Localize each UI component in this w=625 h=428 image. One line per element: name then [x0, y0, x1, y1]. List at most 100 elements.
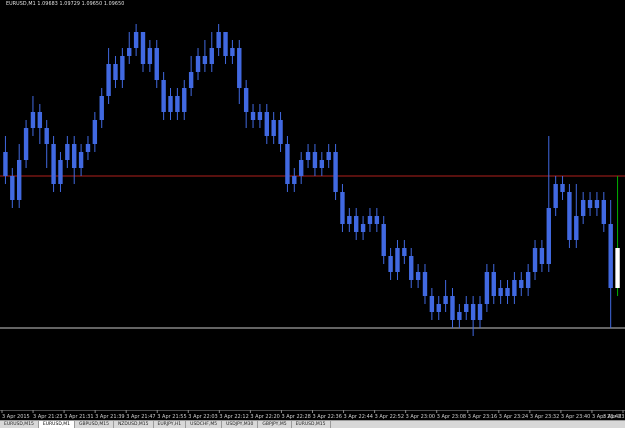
- candle-body-bear: [354, 216, 359, 232]
- chart-title: EURUSD,M1 1.09683 1.09729 1.09650 1.0965…: [6, 2, 125, 7]
- candle-body-bull: [546, 208, 551, 264]
- candle-body-bull: [195, 56, 201, 72]
- candle-body-bear: [608, 224, 613, 288]
- candle-body-bull: [436, 304, 441, 312]
- candle-body-bear: [539, 248, 545, 264]
- candle-body-bull: [92, 120, 98, 144]
- candle-body-bear: [72, 144, 77, 168]
- chart-window[interactable]: 3 Apr 2015 3 Apr 21:23 3 Apr 21:31 3 Apr 21…: [0, 0, 625, 421]
- candle-body-bear: [175, 96, 180, 112]
- candle-body-bull: [16, 160, 22, 200]
- candle-body-bull: [127, 48, 132, 56]
- candle-body-bull: [106, 64, 111, 96]
- candle-body-bear: [601, 200, 607, 224]
- candle-body-bear: [409, 256, 414, 280]
- candle-body-bull: [319, 160, 325, 168]
- candle-body-bear: [374, 216, 380, 224]
- candle-body-bull: [360, 224, 366, 232]
- price-chart[interactable]: 3 Apr 2015 3 Apr 21:23 3 Apr 21:31 3 Apr 21…: [0, 0, 625, 420]
- chart-tab[interactable]: NZDUSD,M15: [114, 421, 154, 428]
- candle-body-bear: [51, 144, 56, 184]
- candle-body-bull: [594, 200, 600, 208]
- candle-body-bull: [553, 184, 558, 208]
- candle-body-bear: [223, 32, 228, 56]
- candle-body-bull: [525, 272, 531, 288]
- candle-body-bull: [78, 152, 84, 168]
- candle-body-bull: [326, 152, 331, 160]
- candle-body-bear: [154, 48, 159, 80]
- candle-body-bear: [470, 304, 476, 320]
- candle-body-bear: [285, 144, 290, 184]
- candle-body-bull: [615, 248, 620, 288]
- chart-tab[interactable]: GBPJPY,M5: [258, 421, 292, 428]
- candle-body-bear: [388, 256, 393, 272]
- chart-tab[interactable]: USDJPY,M30: [222, 421, 259, 428]
- candle-body-bear: [422, 272, 428, 296]
- candle-body-bull: [574, 216, 579, 240]
- chart-tab[interactable]: EURJPY,H1: [154, 421, 187, 428]
- candle-body-bull: [415, 272, 421, 280]
- candle-body-bull: [30, 112, 36, 128]
- chart-tab[interactable]: EURUSD,M15: [292, 421, 331, 428]
- candle-body-bear: [491, 272, 496, 296]
- candle-body-bull: [230, 48, 235, 56]
- candle-body-bull: [188, 72, 194, 88]
- candle-body-bear: [264, 112, 269, 136]
- candle-body-bull: [182, 88, 187, 112]
- candle-body-bull: [580, 200, 586, 216]
- candle-body-bear: [381, 224, 386, 256]
- candle-body-bull: [99, 96, 104, 120]
- candle-body-bear: [250, 112, 256, 120]
- candle-body-bear: [44, 128, 49, 144]
- candle-body-bear: [450, 296, 455, 320]
- candle-body-bull: [209, 48, 214, 64]
- candle-body-bear: [587, 200, 593, 208]
- candle-body-bull: [58, 160, 63, 184]
- candle-body-bull: [147, 48, 153, 64]
- candle-body-bull: [216, 32, 221, 48]
- chart-tab[interactable]: GBPUSD,M15: [75, 421, 114, 428]
- candle-body-bull: [298, 160, 304, 176]
- candle-body-bull: [65, 144, 70, 160]
- candle-body-bear: [237, 48, 242, 88]
- candle-body-bull: [395, 248, 400, 272]
- trading-terminal: 3 Apr 2015 3 Apr 21:23 3 Apr 21:31 3 Apr 21…: [0, 0, 625, 428]
- candle-body-bull: [512, 280, 517, 296]
- candle-body-bull: [498, 288, 503, 296]
- candle-body-bull: [347, 216, 352, 224]
- candle-body-bear: [140, 32, 146, 64]
- candle-body-bear: [567, 192, 572, 240]
- candle-body-bear: [429, 296, 435, 312]
- candle-body-bull: [305, 152, 311, 160]
- candle-body-bear: [519, 280, 524, 288]
- candle-body-bull: [477, 304, 483, 320]
- candle-body-bear: [402, 248, 407, 256]
- candle-body-bear: [312, 152, 318, 168]
- candle-body-bear: [243, 88, 249, 112]
- candle-body-bear: [340, 192, 345, 224]
- candle-body-bear: [3, 152, 8, 176]
- candle-body-bull: [464, 304, 469, 312]
- candle-body-bear: [505, 288, 510, 296]
- candle-body-bear: [202, 56, 208, 64]
- candle-body-bear: [10, 176, 15, 200]
- candle-body-bull: [367, 216, 373, 224]
- candle-body-bear: [113, 64, 118, 80]
- candle-body-bull: [133, 32, 139, 48]
- chart-tab[interactable]: EURUSD,M1: [38, 421, 75, 428]
- candle-body-bull: [85, 144, 91, 152]
- candle-body-bull: [257, 112, 263, 120]
- candle-body-bull: [292, 176, 297, 184]
- candle-body-bull: [23, 128, 29, 160]
- chart-tab[interactable]: EURUSD,M15: [0, 421, 39, 428]
- candle-body-bear: [161, 80, 166, 112]
- candle-body-bull: [271, 120, 276, 136]
- candle-body-bull: [532, 248, 538, 272]
- chart-tab-strip: EURUSD,M15 EURUSD,M1 GBPUSD,M15 NZDUSD,M15 E…: [0, 420, 625, 428]
- candle-body-bull: [120, 56, 125, 80]
- candle-body-bear: [278, 120, 283, 144]
- candle-body-bull: [457, 312, 462, 320]
- candle-body-bear: [37, 112, 43, 128]
- chart-tab[interactable]: USDCHF,M5: [186, 421, 223, 428]
- candle-body-bull: [168, 96, 173, 112]
